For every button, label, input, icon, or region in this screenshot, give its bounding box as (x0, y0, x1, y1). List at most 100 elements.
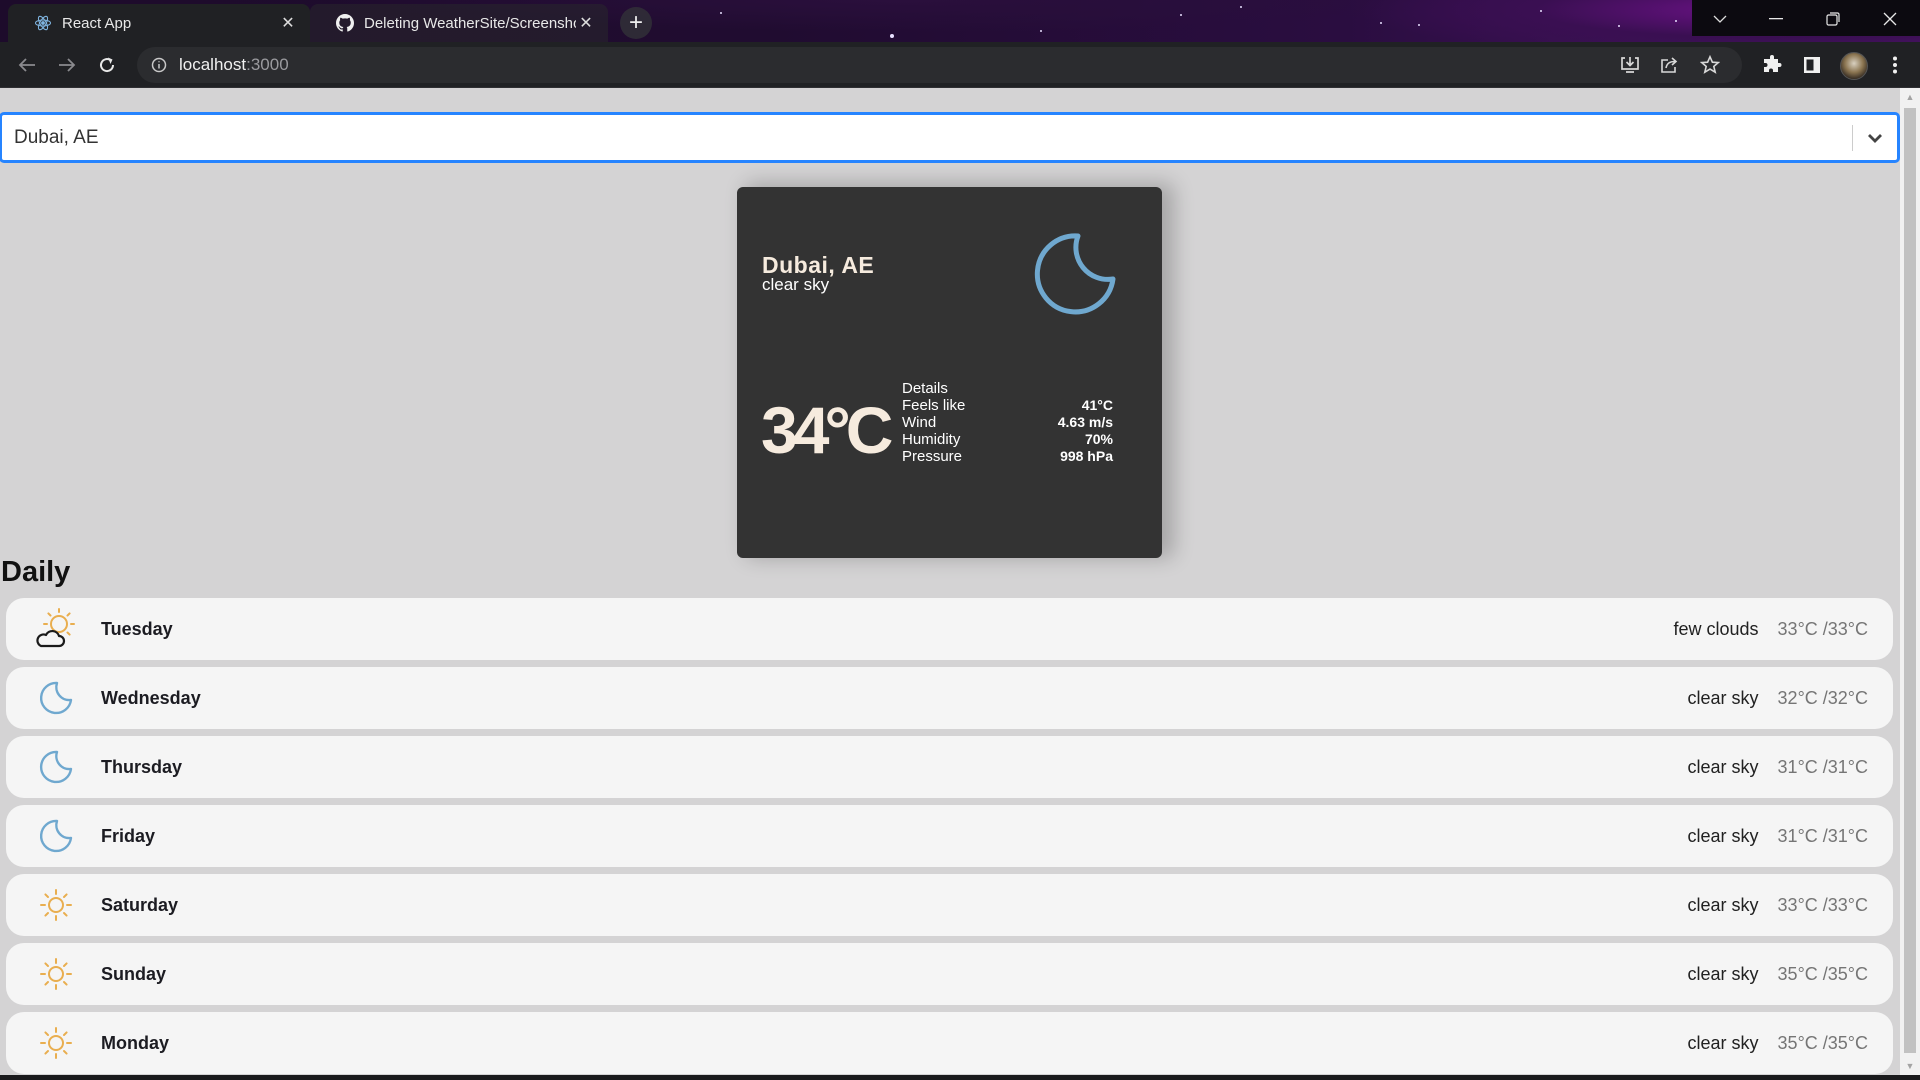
daily-heading: Daily (1, 556, 71, 588)
star-decoration (1240, 6, 1242, 8)
forecast-description: clear sky (1687, 963, 1759, 984)
new-tab-button[interactable]: + (620, 7, 652, 39)
url-port: :3000 (246, 55, 289, 74)
reload-icon[interactable] (92, 50, 122, 80)
star-decoration (1540, 10, 1542, 12)
details-table: Details Feels like 41°C Wind 4.63 m/s Hu… (902, 380, 1113, 465)
daily-forecast-list: Tuesday few clouds 33°C /33°C Wednesday … (6, 598, 1893, 1075)
detail-value: 998 hPa (1060, 448, 1113, 464)
detail-label: Feels like (902, 397, 966, 414)
forecast-day: Thursday (101, 756, 183, 777)
forecast-day: Tuesday (101, 618, 173, 639)
forecast-day: Sunday (101, 963, 167, 984)
star-decoration (1040, 30, 1042, 32)
moon-icon (33, 744, 79, 790)
moon-icon (33, 675, 79, 721)
scroll-thumb[interactable] (1904, 108, 1916, 1053)
detail-value: 4.63 m/s (1057, 414, 1113, 430)
install-icon[interactable] (1615, 50, 1645, 80)
forecast-day: Monday (101, 1032, 170, 1053)
forecast-temperature: 35°C /35°C (1777, 963, 1868, 984)
sun-icon (33, 951, 79, 997)
tab-search-icon[interactable] (1692, 0, 1748, 38)
forecast-temperature: 31°C /31°C (1777, 756, 1868, 777)
forecast-temperature: 32°C /32°C (1777, 687, 1868, 708)
tab-title: React App (62, 14, 132, 32)
side-panel-icon[interactable] (1797, 50, 1827, 80)
forecast-temperature: 31°C /31°C (1777, 825, 1868, 846)
detail-row-wind: Wind 4.63 m/s (902, 414, 1113, 431)
forecast-row[interactable]: Friday clear sky 31°C /31°C (6, 805, 1893, 867)
star-icon[interactable] (1695, 50, 1725, 80)
forecast-description: clear sky (1687, 756, 1759, 777)
forecast-row[interactable]: Saturday clear sky 33°C /33°C (6, 874, 1893, 936)
address-bar[interactable]: localhost:3000 (137, 47, 1742, 83)
star-decoration (1675, 20, 1677, 22)
moon-icon (33, 813, 79, 859)
forecast-day: Saturday (101, 894, 179, 915)
moon-icon (1031, 231, 1117, 317)
close-tab-icon[interactable]: ✕ (278, 13, 298, 33)
forecast-row[interactable]: Wednesday clear sky 32°C /32°C (6, 667, 1893, 729)
sun-icon (33, 1020, 79, 1066)
star-decoration (1180, 14, 1182, 16)
forward-icon[interactable] (52, 50, 82, 80)
forecast-temperature: 33°C /33°C (1777, 894, 1868, 915)
city-search-select[interactable]: Dubai, AE (0, 113, 1899, 162)
detail-value: 70% (1084, 431, 1113, 447)
close-icon[interactable] (1862, 0, 1918, 38)
forecast-description: clear sky (1687, 825, 1759, 846)
star-decoration (1418, 24, 1420, 26)
forecast-description: clear sky (1687, 894, 1759, 915)
close-tab-icon[interactable]: ✕ (576, 13, 596, 33)
profile-avatar[interactable] (1840, 52, 1868, 80)
current-temperature: 34°C (761, 393, 893, 467)
star-decoration (1618, 25, 1620, 27)
detail-row-humidity: Humidity 70% (902, 431, 1113, 448)
details-heading-row: Details (902, 380, 1113, 397)
forecast-day: Friday (101, 825, 156, 846)
forecast-day: Wednesday (101, 687, 201, 708)
forecast-temperature: 35°C /35°C (1777, 1032, 1868, 1053)
detail-row-feels-like: Feels like 41°C (902, 397, 1113, 414)
star-decoration (720, 12, 722, 14)
info-icon[interactable] (151, 57, 167, 73)
detail-row-pressure: Pressure 998 hPa (902, 448, 1113, 465)
details-heading: Details (902, 380, 948, 397)
chevron-down-icon[interactable] (1853, 115, 1897, 160)
forecast-row[interactable]: Sunday clear sky 35°C /35°C (6, 943, 1893, 1005)
detail-value: 41°C (1081, 397, 1113, 413)
page-content: Dubai, AE Dubai, AE clear sky 34°C Detai… (0, 88, 1900, 1075)
browser-toolbar: localhost:3000 (0, 42, 1920, 88)
github-icon (336, 14, 354, 32)
scroll-up-arrow[interactable]: ▲ (1900, 88, 1920, 106)
current-description: clear sky (762, 275, 830, 294)
forecast-row[interactable]: Thursday clear sky 31°C /31°C (6, 736, 1893, 798)
star-decoration (1380, 22, 1382, 24)
taskbar-edge (0, 1075, 1920, 1080)
restore-icon[interactable] (1805, 0, 1861, 38)
forecast-row[interactable]: Monday clear sky 35°C /35°C (6, 1012, 1893, 1074)
scroll-down-arrow[interactable]: ▼ (1900, 1057, 1920, 1075)
forecast-temperature: 33°C /33°C (1777, 618, 1868, 639)
browser-titlebar: React App ✕ Deleting WeatherSite/Screens… (0, 0, 1920, 42)
city-search-input[interactable]: Dubai, AE (2, 127, 1852, 149)
url-host: localhost (179, 55, 247, 74)
sun-icon (33, 882, 79, 928)
share-icon[interactable] (1655, 50, 1685, 80)
minimize-icon[interactable] (1748, 0, 1804, 38)
back-icon[interactable] (12, 50, 42, 80)
star-decoration (890, 34, 894, 38)
forecast-description: clear sky (1687, 1032, 1759, 1053)
detail-label: Pressure (902, 448, 963, 465)
forecast-row[interactable]: Tuesday few clouds 33°C /33°C (6, 598, 1893, 660)
menu-icon[interactable] (1880, 50, 1910, 80)
page-scrollbar[interactable]: ▲ ▼ (1900, 88, 1920, 1075)
react-icon (34, 14, 52, 32)
extensions-icon[interactable] (1757, 50, 1787, 80)
forecast-description: clear sky (1687, 687, 1759, 708)
tab-github[interactable]: Deleting WeatherSite/Screenshot ✕ (310, 4, 608, 42)
current-weather-card: Dubai, AE clear sky 34°C Details Feels l… (737, 187, 1162, 558)
tab-react-app[interactable]: React App ✕ (8, 4, 310, 42)
detail-label: Wind (902, 414, 937, 431)
